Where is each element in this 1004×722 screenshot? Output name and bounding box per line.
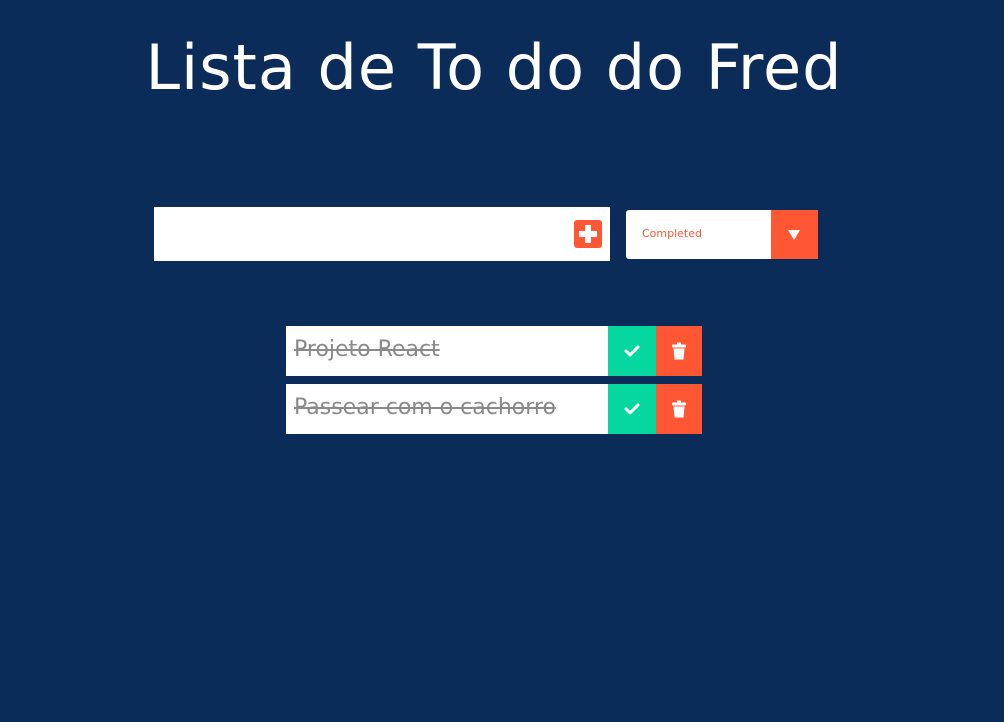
- filter-dropdown-toggle[interactable]: [771, 210, 818, 259]
- todo-input[interactable]: [154, 207, 554, 261]
- page-title: Lista de To do do Fred: [145, 31, 843, 104]
- complete-button[interactable]: [608, 326, 656, 376]
- check-icon: [624, 403, 640, 415]
- todo-item: Passear com o cachorro: [286, 384, 702, 434]
- delete-button[interactable]: [656, 384, 702, 434]
- todo-item: Projeto React: [286, 326, 702, 376]
- complete-button[interactable]: [608, 384, 656, 434]
- add-todo-button[interactable]: [574, 220, 602, 248]
- trash-icon: [672, 342, 686, 360]
- check-icon: [624, 345, 640, 357]
- todo-input-container: [154, 207, 610, 261]
- filter-select[interactable]: Completed: [626, 210, 818, 259]
- caret-down-icon: [788, 230, 800, 240]
- todo-text: Passear com o cachorro: [294, 395, 556, 420]
- delete-button[interactable]: [656, 326, 702, 376]
- trash-icon: [672, 400, 686, 418]
- todo-list: Projeto React Passear com o cachorro: [286, 326, 702, 442]
- todo-text: Projeto React: [294, 337, 440, 362]
- todo-app: Lista de To do do Fred Completed Projeto…: [0, 0, 1004, 722]
- plus-square-icon: [579, 225, 597, 243]
- filter-selected-value: Completed: [642, 227, 702, 240]
